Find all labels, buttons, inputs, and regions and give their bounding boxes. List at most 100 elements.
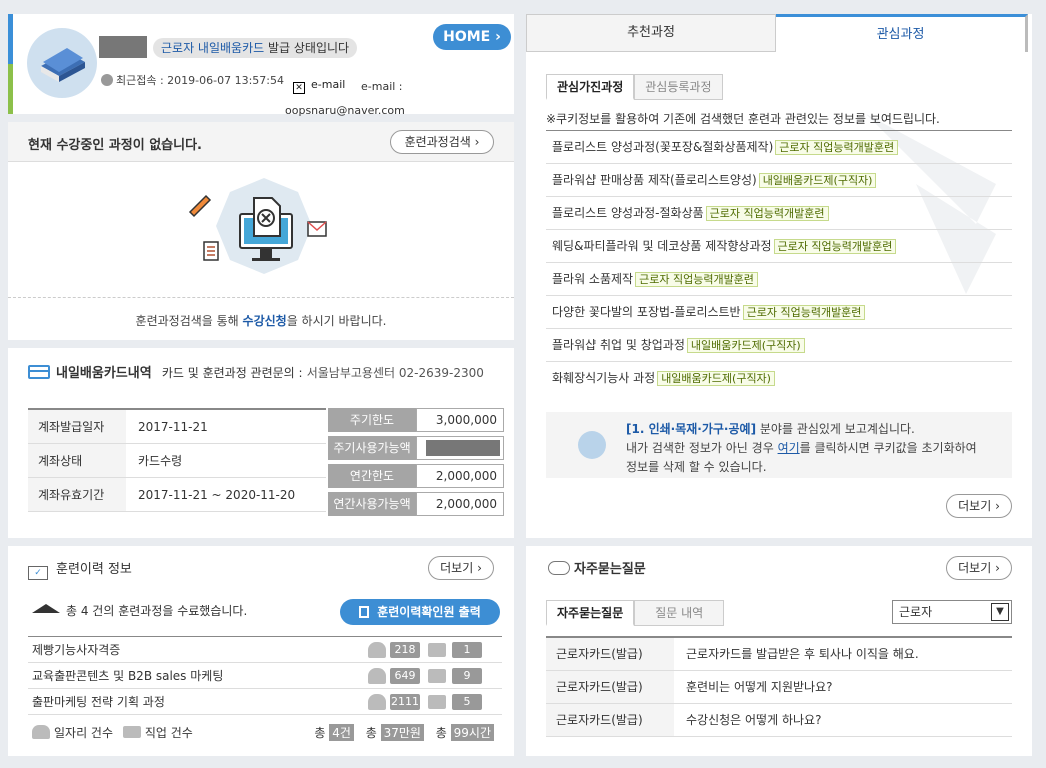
- list-item[interactable]: 다양한 꽃다발의 포장법-플로리스트반 근로자 직업능력개발훈련: [546, 296, 1012, 329]
- tab-interest[interactable]: 관심과정: [776, 14, 1028, 52]
- interest-note-text: [1. 인쇄·목재·가구·공예] 분야를 관심있게 보고계십니다. 내가 검색한…: [626, 422, 977, 474]
- interest-subtabs: 관심가진과정 관심등록과정: [546, 74, 723, 100]
- faq-panel: 자주묻는질문 더보기 › 자주묻는질문 질문 내역 근로자 ▼ 근로자카드(발급)…: [526, 546, 1032, 756]
- occupation-count-badge: 5: [452, 694, 482, 710]
- faq-list: 근로자카드(발급) 근로자카드를 발급받은 후 퇴사나 이직을 해요. 근로자카드…: [546, 636, 1012, 737]
- tab-my-questions[interactable]: 질문 내역: [634, 600, 725, 626]
- course-type-tag: 내일배움카드제(구직자): [657, 371, 775, 386]
- email-label: ✕ e-mail: [293, 78, 345, 94]
- faq-category-select[interactable]: 근로자 ▼: [892, 600, 1012, 624]
- amount-table: 주기한도 3,000,000 주기사용가능액 연간한도 2,000,000 연간사용…: [328, 408, 504, 520]
- subtab-interested[interactable]: 관심가진과정: [546, 74, 635, 100]
- history-more-button[interactable]: 더보기 ›: [428, 556, 494, 580]
- document-icon: [359, 606, 370, 618]
- course-type-tag: 근로자 직업능력개발훈련: [773, 239, 897, 254]
- person-search-icon: [368, 694, 386, 710]
- card-info-header: 내일배움카드내역 카드 및 훈련과정 관련문의 : 서울남부고용센터 02-26…: [28, 362, 484, 381]
- faq-row[interactable]: 근로자카드(발급) 근로자카드를 발급받은 후 퇴사나 이직을 해요.: [546, 638, 1012, 671]
- job-count-badge: 2111: [390, 694, 420, 710]
- list-item[interactable]: 출판마케팅 전략 기획 과정 2111 5: [28, 689, 502, 715]
- print-history-button[interactable]: 훈련이력확인원 출력: [340, 599, 500, 625]
- total-amount: 37만원: [380, 724, 424, 741]
- history-legend: 일자리 건수 직업 건수: [32, 724, 193, 741]
- reset-cookie-link[interactable]: 여기: [778, 441, 800, 455]
- occupation-count-badge: 9: [452, 668, 482, 684]
- training-history-panel: ✓ 훈련이력 정보 더보기 › 총 4 건의 훈련과정을 수료했습니다. 훈련이력…: [8, 546, 514, 756]
- accent-bar: [8, 64, 13, 114]
- briefcase-icon: [428, 669, 446, 683]
- table-row: 계좌발급일자 2017-11-21: [28, 410, 326, 444]
- list-item[interactable]: 플라워 소품제작 근로자 직업능력개발훈련: [546, 263, 1012, 296]
- occupation-count-badge: 1: [452, 642, 482, 658]
- masked-value: [426, 440, 500, 456]
- list-item[interactable]: 웨딩&파티플라워 및 데코상품 제작향상과정 근로자 직업능력개발훈련: [546, 230, 1012, 263]
- job-count-badge: 218: [390, 642, 420, 658]
- location-pin-icon: [578, 431, 606, 459]
- person-search-icon: [368, 668, 386, 684]
- faq-row[interactable]: 근로자카드(발급) 훈련비는 어떻게 지원받나요?: [546, 671, 1012, 704]
- briefcase-icon: [428, 643, 446, 657]
- broken-image-icon: ✕: [293, 82, 305, 94]
- course-type-tag: 근로자 직업능력개발훈련: [775, 140, 899, 155]
- home-button[interactable]: HOME ›: [433, 24, 511, 50]
- person-search-icon: [32, 725, 50, 739]
- course-type-tag: 근로자 직업능력개발훈련: [742, 305, 866, 320]
- faq-row[interactable]: 근로자카드(발급) 수강신청은 어떻게 하나요?: [546, 704, 1012, 737]
- course-search-button[interactable]: 훈련과정검색 ›: [390, 130, 494, 154]
- list-item[interactable]: 화훼장식기능사 과정 내일배움카드제(구직자): [546, 362, 1012, 395]
- chat-bubble-icon: [548, 561, 570, 575]
- monitor-check-icon: ✓: [28, 566, 48, 580]
- card-info-panel: 내일배움카드내역 카드 및 훈련과정 관련문의 : 서울남부고용센터 02-26…: [8, 348, 514, 538]
- no-course-message: 훈련과정검색을 통해 수강신청을 하시기 바랍니다.: [135, 314, 387, 328]
- amount-row: 주기사용가능액: [328, 436, 504, 460]
- clock-icon: [101, 74, 113, 86]
- list-item[interactable]: 교육출판콘텐츠 및 B2B sales 마케팅 649 9: [28, 663, 502, 689]
- user-name-masked: [99, 36, 147, 58]
- training-history-header: ✓ 훈련이력 정보: [28, 558, 132, 580]
- interest-field-note: [1. 인쇄·목재·가구·공예] 분야를 관심있게 보고계십니다. 내가 검색한…: [546, 412, 1012, 478]
- total-count: 4건: [329, 724, 354, 741]
- email-value: oopsnaru@naver.com: [285, 104, 405, 117]
- amount-row: 연간사용가능액 2,000,000: [328, 492, 504, 516]
- course-tabs-panel: 추천과정 관심과정 관심가진과정 관심등록과정 ※쿠키정보를 활용하여 기존에 …: [526, 14, 1032, 538]
- list-item[interactable]: 플라워샵 취업 및 창업과정 내일배움카드제(구직자): [546, 329, 1012, 362]
- tab-recommended[interactable]: 추천과정: [526, 14, 776, 52]
- amount-row: 연간한도 2,000,000: [328, 464, 504, 488]
- amount-row: 주기한도 3,000,000: [328, 408, 504, 432]
- subtab-registered[interactable]: 관심등록과정: [634, 74, 723, 100]
- history-totals: 총 4건 총 37만원 총 99시간: [314, 724, 494, 741]
- tab-faq[interactable]: 자주묻는질문: [546, 600, 635, 626]
- history-summary: 총 4 건의 훈련과정을 수료했습니다.: [32, 602, 247, 619]
- interest-more-button[interactable]: 더보기 ›: [946, 494, 1012, 518]
- total-hours: 99시간: [450, 724, 494, 741]
- chevron-down-icon: ▼: [991, 603, 1009, 621]
- table-row: 계좌상태 카드수령: [28, 444, 326, 478]
- course-type-tag: 내일배움카드제(구직자): [686, 338, 805, 353]
- faq-more-button[interactable]: 더보기 ›: [946, 556, 1012, 580]
- history-list: 제빵기능사자격증 218 1 교육출판콘텐츠 및 B2B sales 마케팅 6…: [28, 636, 502, 715]
- card-icon: [28, 365, 50, 379]
- course-type-tag: 근로자 직업능력개발훈련: [705, 206, 829, 221]
- divider: [8, 297, 514, 298]
- briefcase-icon: [428, 695, 446, 709]
- list-item[interactable]: 플로리스트 양성과정(꽃포장&절화상품제작) 근로자 직업능력개발훈련: [546, 131, 1012, 164]
- email-label-2: e-mail :: [361, 80, 403, 93]
- list-item[interactable]: 플로리스트 양성과정-절화상품 근로자 직업능력개발훈련: [546, 197, 1012, 230]
- course-type-tag: 내일배움카드제(구직자): [758, 173, 877, 188]
- avatar: [27, 28, 97, 98]
- list-item[interactable]: 제빵기능사자격증 218 1: [28, 637, 502, 663]
- faq-tabs: 자주묻는질문 질문 내역: [546, 600, 725, 626]
- card-status-badge: 근로자 내일배움카드 발급 상태입니다: [153, 38, 358, 58]
- job-count-badge: 649: [390, 668, 420, 684]
- current-course-panel: 현재 수강중인 과정이 없습니다. 훈련과정검색 › 훈련과정검색을 통해 수강…: [8, 122, 514, 340]
- enroll-link[interactable]: 수강신청: [243, 314, 287, 328]
- no-course-illustration-icon: [188, 178, 327, 274]
- book-icon: [41, 48, 85, 82]
- last-login: 최근접속 : 2019-06-07 13:57:54: [101, 72, 284, 88]
- graduation-cap-icon: [32, 604, 60, 613]
- course-type-tag: 근로자 직업능력개발훈련: [635, 272, 758, 287]
- faq-header: 자주묻는질문: [548, 558, 646, 577]
- profile-panel: 근로자 내일배움카드 발급 상태입니다 HOME › 최근접속 : 2019-0…: [8, 14, 514, 117]
- list-item[interactable]: 플라워샵 판매상품 제작(플로리스트양성) 내일배움카드제(구직자): [546, 164, 1012, 197]
- briefcase-icon: [122, 726, 141, 738]
